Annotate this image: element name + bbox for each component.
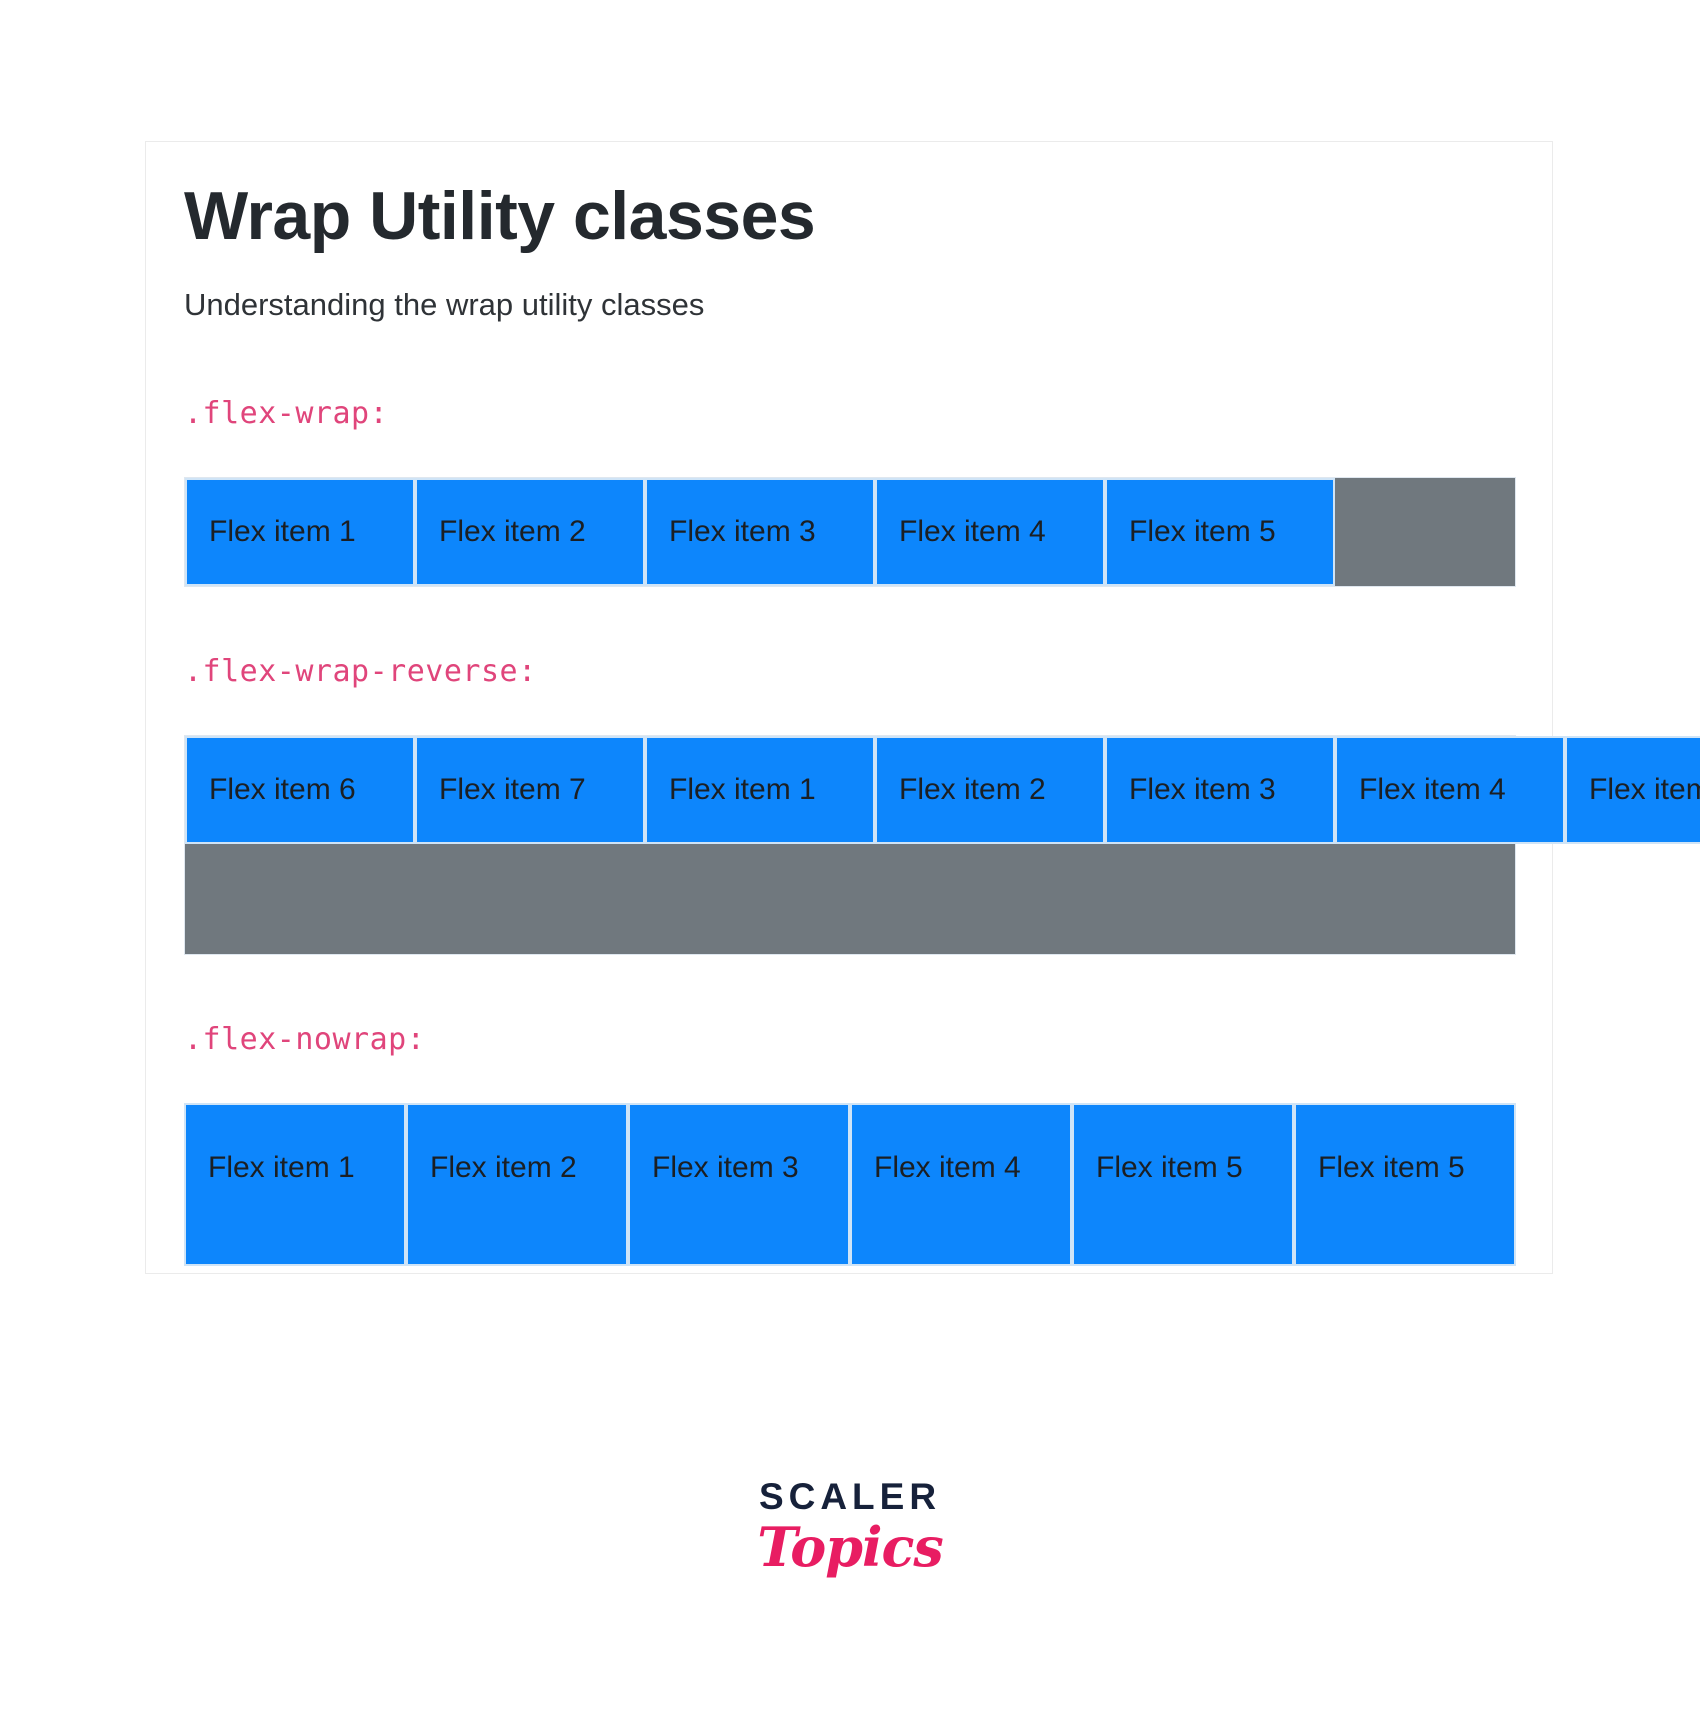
code-label-flex-nowrap: .flex-nowrap: — [184, 1022, 426, 1058]
flex-item: Flex item 3 — [645, 478, 875, 587]
flex-line-top: Flex item 6 Flex item 7 — [185, 736, 645, 954]
scaler-topics-logo: SCALER Topics — [0, 1478, 1700, 1576]
code-label-flex-wrap-reverse: .flex-wrap-reverse: — [184, 654, 537, 690]
flex-item: Flex item 5 — [1105, 478, 1335, 587]
flex-item: Flex item 1 — [184, 1103, 406, 1267]
flex-line-bottom: Flex item 1 Flex item 2 Flex item 3 Flex… — [645, 736, 1700, 954]
flex-item: Flex item 5 — [1072, 1103, 1294, 1267]
flex-wrap-demo-container: Flex item 1 Flex item 2 Flex item 3 Flex… — [184, 477, 1516, 588]
flex-item: Flex item 3 — [628, 1103, 850, 1267]
section-flex-nowrap: .flex-nowrap: Flex item 1 Flex item 2 Fl… — [184, 1022, 1516, 1268]
flex-item: Flex item 2 — [875, 736, 1105, 845]
flex-item: Flex item 1 — [645, 736, 875, 845]
flex-item: Flex item 4 — [850, 1103, 1072, 1267]
flex-item: Flex item 6 — [185, 736, 415, 845]
logo-wordmark-topics: Topics — [757, 1515, 944, 1579]
flex-item: Flex item 4 — [875, 478, 1105, 587]
flex-wrap-reverse-demo-container: Flex item 6 Flex item 7 Flex item 1 Flex… — [184, 735, 1700, 956]
flex-item: Flex item 7 — [415, 736, 645, 845]
content-card: Wrap Utility classes Understanding the w… — [145, 141, 1700, 1274]
flex-item: Flex item 5 — [1565, 736, 1700, 845]
flex-item: Flex item 2 — [415, 478, 645, 587]
flex-nowrap-demo-container: Flex item 1 Flex item 2 Flex item 3 Flex… — [184, 1103, 1524, 1268]
page-root: Wrap Utility classes Understanding the w… — [0, 0, 1700, 1726]
flex-item: Flex item 4 — [1335, 736, 1565, 845]
flex-item: Flex item 2 — [406, 1103, 628, 1267]
flex-item: Flex item 5 — [1294, 1103, 1516, 1267]
page-title: Wrap Utility classes — [184, 178, 816, 254]
section-flex-wrap: .flex-wrap: Flex item 1 Flex item 2 Flex… — [184, 396, 1516, 588]
flex-item: Flex item 1 — [185, 478, 415, 587]
code-label-flex-wrap: .flex-wrap: — [184, 396, 389, 432]
logo-wordmark-scaler: SCALER — [758, 1476, 942, 1517]
section-flex-wrap-reverse: .flex-wrap-reverse: Flex item 6 Flex ite… — [184, 654, 1700, 956]
flex-item: Flex item 3 — [1105, 736, 1335, 845]
page-subtitle: Understanding the wrap utility classes — [184, 287, 705, 322]
card-inner: Wrap Utility classes Understanding the w… — [184, 178, 1700, 1268]
